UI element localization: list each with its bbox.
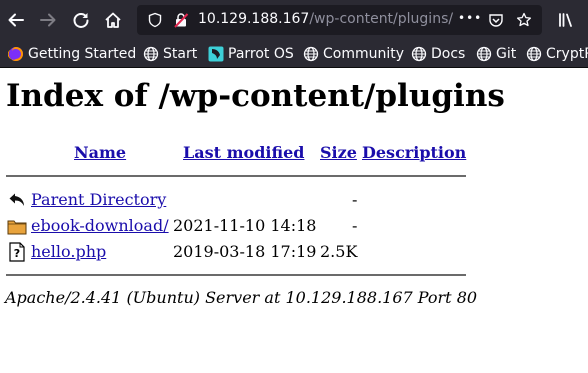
reload-icon — [73, 12, 89, 28]
address-bar[interactable]: 10.129.188.167/wp-content/plugins/ ••• — [137, 5, 542, 35]
back-icon — [8, 192, 24, 206]
pocket-icon[interactable] — [488, 12, 504, 28]
footer-divider — [6, 274, 466, 276]
library-button[interactable] — [552, 6, 580, 34]
back-arrow-icon — [8, 13, 24, 27]
forward-button[interactable] — [34, 6, 62, 34]
star-icon[interactable] — [516, 12, 532, 28]
firefox-icon — [8, 47, 23, 62]
url-path: /wp-content/plugins/ — [309, 11, 454, 27]
bookmark-git[interactable]: Git — [476, 45, 516, 63]
parrot-icon — [208, 46, 224, 62]
globe-icon — [143, 46, 159, 62]
unknown-file-icon: ? — [9, 242, 25, 262]
home-icon — [105, 12, 121, 28]
list-item-size: - — [352, 216, 358, 235]
home-button[interactable] — [99, 6, 127, 34]
list-item-link[interactable]: ebook-download/ — [31, 216, 169, 236]
list-item-link[interactable]: Parent Directory — [31, 190, 166, 210]
list-item-modified: 2021-11-10 14:18 — [173, 216, 317, 235]
globe-icon — [303, 46, 319, 62]
bookmark-label: Community — [323, 46, 405, 62]
svg-text:?: ? — [14, 247, 20, 260]
column-header-name[interactable]: Name — [74, 143, 126, 163]
url-host: 10.129.188.167 — [198, 11, 310, 27]
page-actions-menu[interactable]: ••• — [458, 11, 482, 25]
list-item-modified: 2019-03-18 17:19 — [173, 242, 317, 261]
bookmark-label: Getting Started — [28, 46, 137, 62]
url-text[interactable]: 10.129.188.167/wp-content/plugins/ — [198, 11, 453, 27]
list-item-size: - — [352, 190, 358, 209]
header-divider — [6, 175, 466, 177]
bookmark-parrot-os[interactable]: Parrot OS — [208, 45, 294, 63]
page-title: Index of /wp-content/plugins — [6, 78, 505, 114]
bookmark-label: Git — [496, 46, 517, 62]
list-item-size: 2.5K — [320, 242, 358, 261]
globe-icon — [526, 46, 542, 62]
list-item-link[interactable]: hello.php — [31, 242, 106, 262]
library-icon — [559, 13, 572, 27]
column-header-last-modified[interactable]: Last modified — [183, 143, 304, 163]
column-header-description[interactable]: Description — [362, 143, 466, 163]
bookmark-community[interactable]: Community — [303, 45, 404, 63]
browser-toolbar: 10.129.188.167/wp-content/plugins/ ••• — [0, 0, 588, 40]
bookmark-label: Start — [163, 46, 198, 62]
bookmarks-toolbar: Getting Started Start Parrot OS Communit… — [0, 40, 588, 68]
globe-icon — [411, 46, 427, 62]
bookmark-label: CryptP — [546, 46, 588, 62]
globe-icon — [476, 46, 492, 62]
forward-arrow-icon — [40, 13, 56, 27]
reload-button[interactable] — [67, 6, 95, 34]
bookmark-label: Parrot OS — [228, 46, 294, 62]
bookmark-cryptp[interactable]: CryptP — [526, 45, 588, 63]
column-header-size[interactable]: Size — [320, 143, 357, 163]
bookmark-docs[interactable]: Docs — [411, 45, 465, 63]
bookmark-label: Docs — [431, 46, 466, 62]
bookmark-start[interactable]: Start — [143, 45, 197, 63]
bookmark-getting-started[interactable]: Getting Started — [8, 45, 136, 63]
shield-icon[interactable] — [147, 12, 163, 28]
back-button[interactable] — [2, 6, 30, 34]
insecure-lock-icon[interactable] — [173, 12, 189, 28]
folder-icon — [7, 220, 27, 235]
server-signature: Apache/2.4.41 (Ubuntu) Server at 10.129.… — [5, 288, 478, 307]
